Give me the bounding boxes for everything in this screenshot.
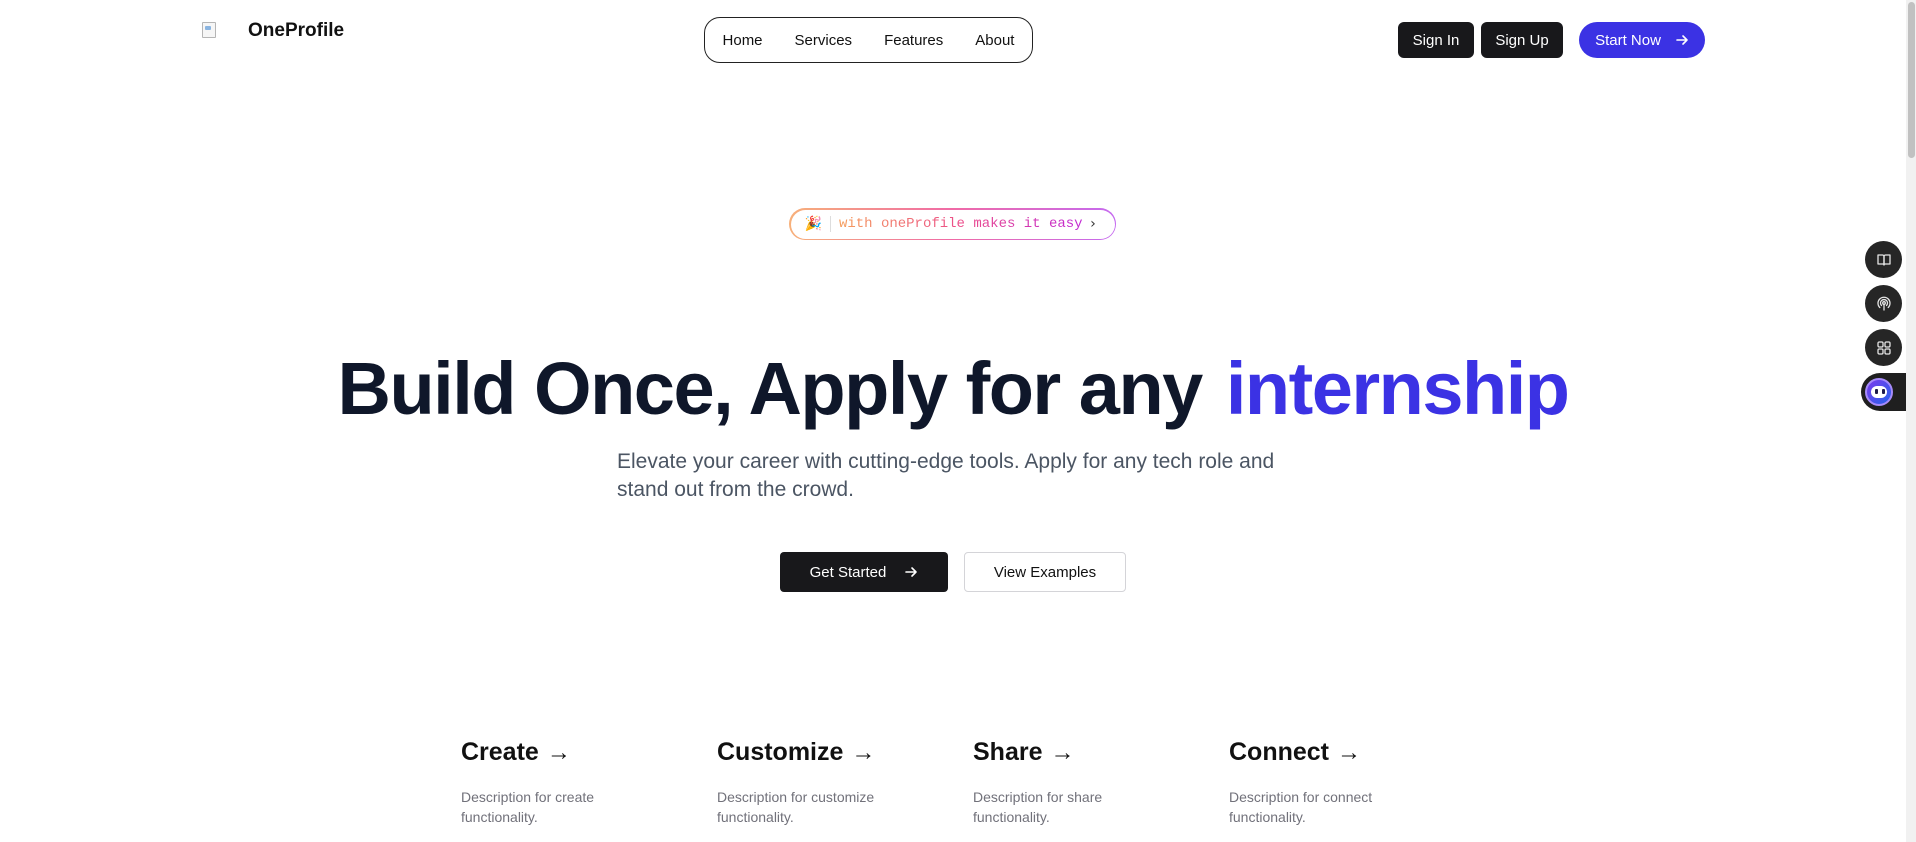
hero-title-accent: internship xyxy=(1225,347,1570,430)
feature-title: Connect xyxy=(1229,738,1329,766)
broken-image-icon xyxy=(200,20,222,42)
start-now-button[interactable]: Start Now xyxy=(1579,22,1705,58)
feature-title-link[interactable]: Connect → xyxy=(1229,738,1429,767)
feature-customize: Customize → Description for customize fun… xyxy=(717,738,917,827)
brand-logo[interactable]: OneProfile xyxy=(200,20,344,42)
arrow-right-icon: → xyxy=(1337,739,1361,766)
bot-eye xyxy=(1875,389,1878,394)
brand-name: OneProfile xyxy=(248,20,345,41)
announcement-badge[interactable]: 🎉 with oneProfile makes it easy › xyxy=(789,208,1116,240)
badge-text: with oneProfile makes it easy xyxy=(838,216,1083,232)
site-header: OneProfile Home Services Features About … xyxy=(0,0,1906,80)
nav-features[interactable]: Features xyxy=(868,32,959,49)
hero-subtitle: Elevate your career with cutting-edge to… xyxy=(617,450,1275,501)
dock-broadcast-button[interactable] xyxy=(1865,285,1902,322)
get-started-button[interactable]: Get Started xyxy=(780,552,948,592)
grid-icon xyxy=(1876,340,1891,355)
book-icon xyxy=(1876,253,1891,266)
arrow-right-icon: → xyxy=(851,739,876,766)
feature-share: Share → Description for share functionali… xyxy=(973,738,1173,827)
bot-eye xyxy=(1882,389,1885,394)
feature-title-link[interactable]: Customize → xyxy=(717,738,917,767)
scrollbar-thumb[interactable] xyxy=(1908,2,1915,158)
chatbot-icon xyxy=(1865,378,1893,406)
party-popper-icon: 🎉 xyxy=(804,216,822,232)
feature-title: Customize xyxy=(717,738,844,766)
broadcast-icon xyxy=(1876,296,1891,311)
dock-grid-button[interactable] xyxy=(1865,329,1902,366)
hero-title-main: Build Once, Apply for any xyxy=(337,347,1204,430)
sign-up-button[interactable]: Sign Up xyxy=(1481,22,1563,58)
feature-title: Share xyxy=(973,738,1043,766)
chevron-right-icon: › xyxy=(1088,216,1098,232)
dock-book-button[interactable] xyxy=(1865,241,1902,278)
start-now-label: Start Now xyxy=(1595,31,1661,49)
chatbot-launcher[interactable] xyxy=(1861,373,1906,411)
arrow-right-icon xyxy=(905,567,918,577)
feature-title: Create xyxy=(461,738,539,766)
sign-in-button[interactable]: Sign In xyxy=(1398,22,1474,58)
feature-description: Description for connect functionality. xyxy=(1229,789,1373,825)
view-examples-button[interactable]: View Examples xyxy=(964,552,1126,592)
nav-about[interactable]: About xyxy=(959,32,1030,49)
feature-title-link[interactable]: Share → xyxy=(973,738,1173,767)
nav-services[interactable]: Services xyxy=(779,32,869,49)
feature-title-link[interactable]: Create → xyxy=(461,738,661,767)
feature-description: Description for share functionality. xyxy=(973,789,1103,825)
badge-divider xyxy=(829,216,831,232)
arrow-right-icon: → xyxy=(1050,739,1075,766)
arrow-right-icon: → xyxy=(546,739,571,766)
page-scrollbar[interactable] xyxy=(1906,0,1916,842)
feature-description: Description for customize functionality. xyxy=(717,789,875,825)
main-nav: Home Services Features About xyxy=(704,17,1033,63)
hero-title: Build Once, Apply for any internship xyxy=(0,346,1906,431)
feature-description: Description for create functionality. xyxy=(461,789,595,825)
feature-create: Create → Description for create functiona… xyxy=(461,738,661,827)
nav-home[interactable]: Home xyxy=(707,32,779,49)
get-started-label: Get Started xyxy=(809,563,887,581)
arrow-right-icon xyxy=(1676,35,1688,45)
feature-connect: Connect → Description for connect functio… xyxy=(1229,738,1429,827)
